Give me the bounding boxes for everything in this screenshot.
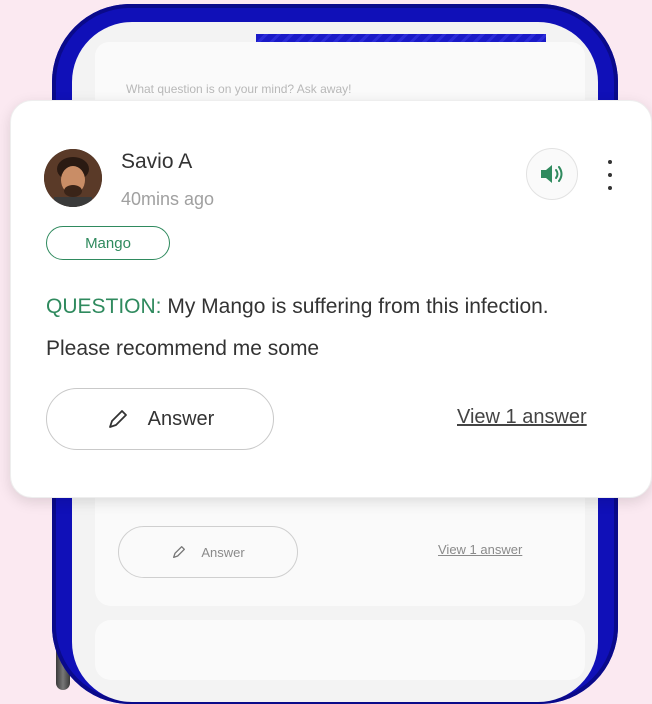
background-view-answers-link[interactable]: View 1 answer (438, 542, 522, 557)
background-post-card (95, 620, 585, 680)
user-name[interactable]: Savio A (121, 150, 192, 174)
answer-label: Answer (147, 407, 215, 430)
user-photo (44, 149, 102, 207)
post-timestamp: 40mins ago (121, 189, 215, 209)
view-answers-link[interactable]: View 1 answer (457, 406, 587, 429)
more-vertical-icon[interactable] (603, 160, 617, 190)
answer-button[interactable]: Answer (46, 388, 274, 450)
background-answer-label: Answer (201, 544, 245, 560)
pencil-icon (173, 546, 186, 558)
pencil-icon (108, 410, 127, 428)
avatar (44, 149, 102, 207)
speaker-icon (541, 165, 563, 183)
listen-button[interactable] (526, 148, 578, 200)
question-label: QUESTION: (46, 295, 162, 318)
background-search-placeholder: What question is on your mind? Ask away! (126, 82, 352, 96)
question-text[interactable]: QUESTION: My Mango is suffering from thi… (46, 286, 606, 370)
crop-tag[interactable]: Mango (46, 226, 170, 260)
background-answer-button[interactable]: Answer (118, 526, 298, 578)
